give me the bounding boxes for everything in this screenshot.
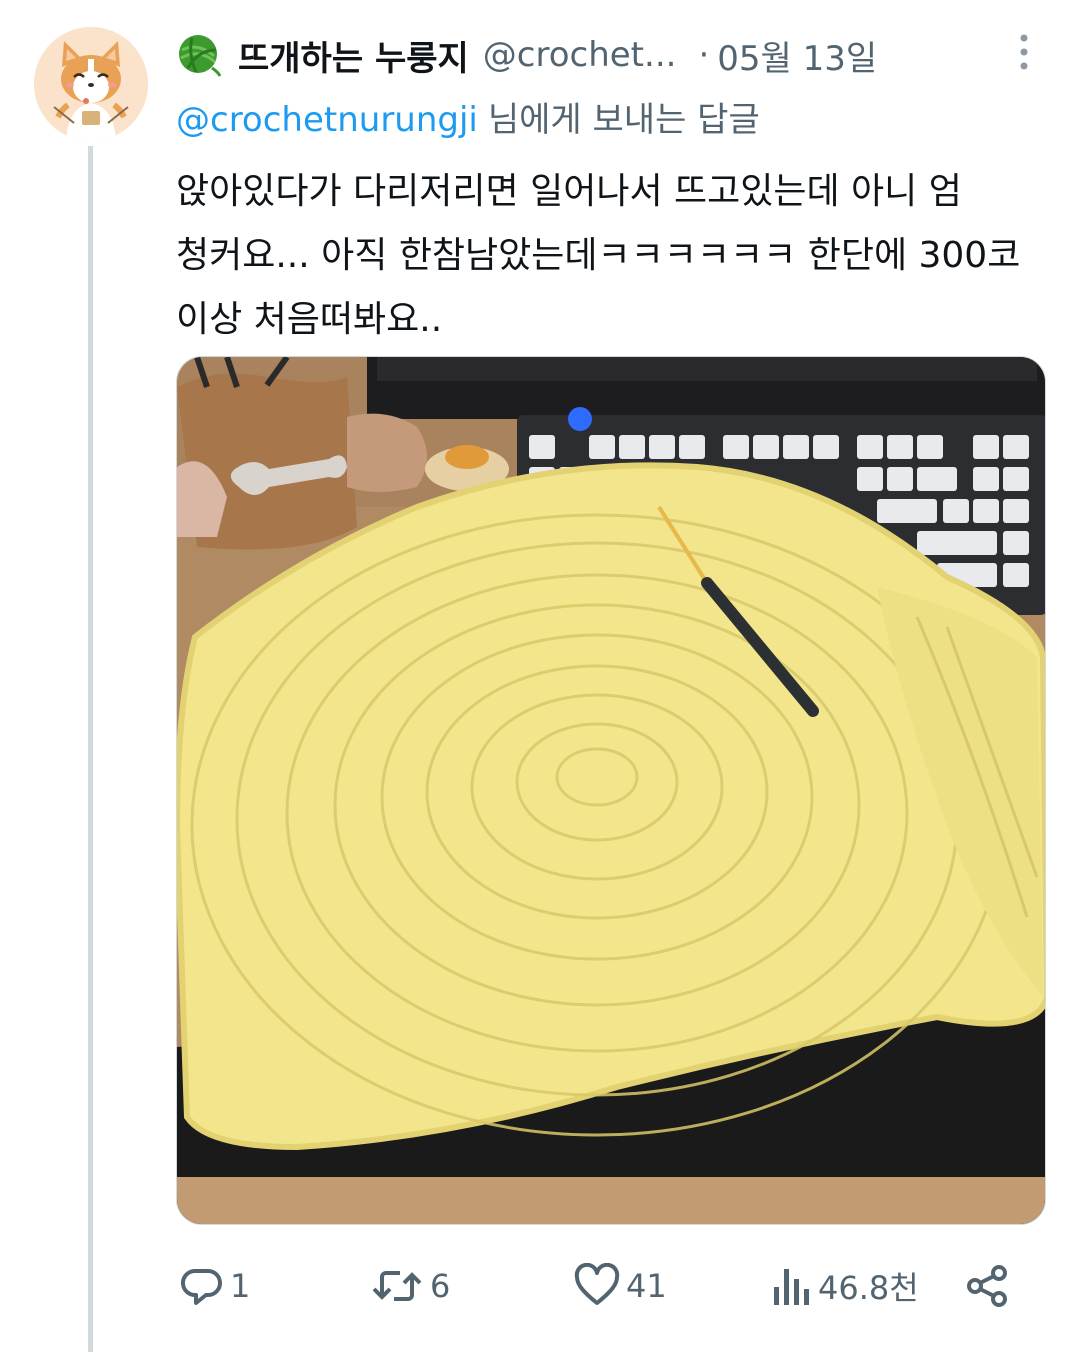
tweet-photo[interactable] (176, 356, 1046, 1225)
yarn-ball-icon (179, 35, 222, 77)
share-icon (967, 1265, 1007, 1307)
reply-context: @crochetnurungji 님에게 보내는 답글 (176, 92, 760, 141)
crochet-blanket-photo (177, 357, 1045, 1224)
reply-icon (181, 1269, 222, 1305)
more-vertical-icon[interactable] (1012, 32, 1036, 72)
corgi-avatar-icon (34, 27, 148, 141)
tweet-body: 앉아있다가 다리저리면 일어나서 뜨고있는데 아니 엄 청커요... 아직 한참… (176, 160, 1046, 352)
heart-icon (574, 1263, 620, 1305)
tweet-text-line: 청커요... 아직 한참남았는데ㅋㅋㅋㅋㅋㅋ 한단에 300코 (176, 235, 1021, 276)
tweet-header: 뜨개하는 누룽지 @crochet... · 05월 13일 (176, 30, 1036, 80)
reply-mention-link[interactable]: @crochetnurungji (176, 100, 478, 140)
tweet-text-line: 앉아있다가 다리저리면 일어나서 뜨고있는데 아니 엄 (176, 171, 962, 212)
like-count: 41 (626, 1267, 667, 1305)
retweet-button[interactable]: 6 (370, 1256, 450, 1316)
separator-dot: · (698, 35, 710, 75)
reply-suffix-text: 님에게 보내는 답글 (487, 100, 760, 140)
reply-count: 1 (230, 1267, 251, 1305)
tweet-text-line: 이상 처음떠봐요.. (176, 299, 443, 340)
user-handle[interactable]: @crochet... (483, 35, 677, 75)
tweet-action-bar: 1 6 41 46.8천 (176, 1256, 1046, 1316)
display-name[interactable]: 뜨개하는 누룽지 (238, 31, 469, 80)
share-button[interactable] (964, 1256, 1010, 1316)
retweet-icon (372, 1271, 422, 1301)
views-button[interactable]: 46.8천 (772, 1256, 919, 1316)
like-button[interactable]: 41 (574, 1256, 667, 1316)
user-avatar[interactable] (34, 27, 148, 141)
view-count: 46.8천 (818, 1269, 919, 1307)
tweet-date[interactable]: 05월 13일 (717, 31, 877, 80)
thread-connector-line (88, 146, 93, 1352)
retweet-count: 6 (430, 1267, 451, 1305)
views-chart-icon (774, 1269, 809, 1305)
reply-button[interactable]: 1 (178, 1256, 250, 1316)
